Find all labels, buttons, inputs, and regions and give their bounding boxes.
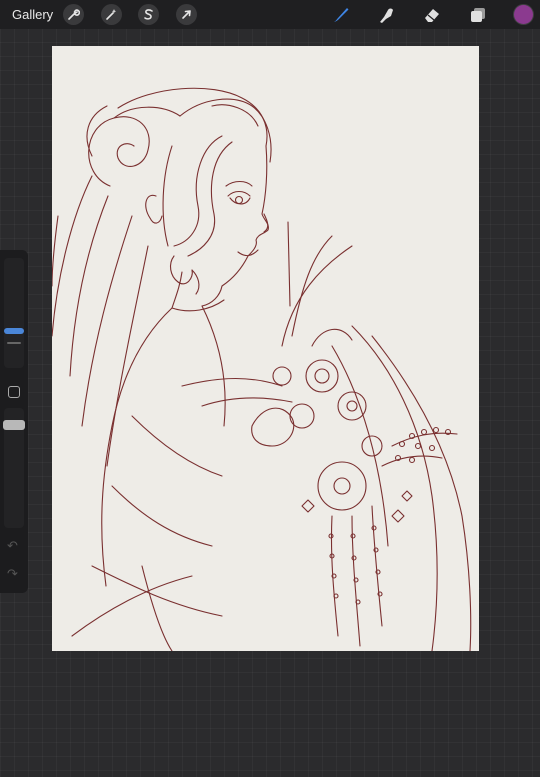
eraser-icon[interactable] bbox=[420, 3, 444, 27]
top-toolbar: Gallery bbox=[0, 0, 540, 29]
gallery-button[interactable]: Gallery bbox=[12, 7, 53, 22]
layers-icon[interactable] bbox=[466, 3, 490, 27]
brush-size-slider[interactable] bbox=[4, 258, 24, 368]
left-sidebar: ↶ ↷ bbox=[0, 250, 28, 593]
drawing-canvas[interactable] bbox=[52, 46, 479, 651]
smudge-finger-icon[interactable] bbox=[374, 3, 398, 27]
arrow-cursor-icon[interactable] bbox=[176, 4, 197, 25]
brush-icon[interactable] bbox=[329, 3, 353, 27]
opacity-handle[interactable] bbox=[3, 420, 25, 430]
color-picker-swatch[interactable] bbox=[514, 5, 533, 24]
magic-wand-icon[interactable] bbox=[101, 4, 122, 25]
selection-s-icon[interactable] bbox=[138, 4, 159, 25]
modify-button[interactable] bbox=[8, 386, 20, 398]
wrench-icon[interactable] bbox=[63, 4, 84, 25]
slider-tick bbox=[7, 342, 21, 344]
redo-icon[interactable]: ↷ bbox=[7, 566, 18, 582]
brush-size-handle[interactable] bbox=[4, 328, 24, 334]
undo-icon[interactable]: ↶ bbox=[7, 538, 18, 554]
line-art-illustration bbox=[52, 87, 472, 651]
